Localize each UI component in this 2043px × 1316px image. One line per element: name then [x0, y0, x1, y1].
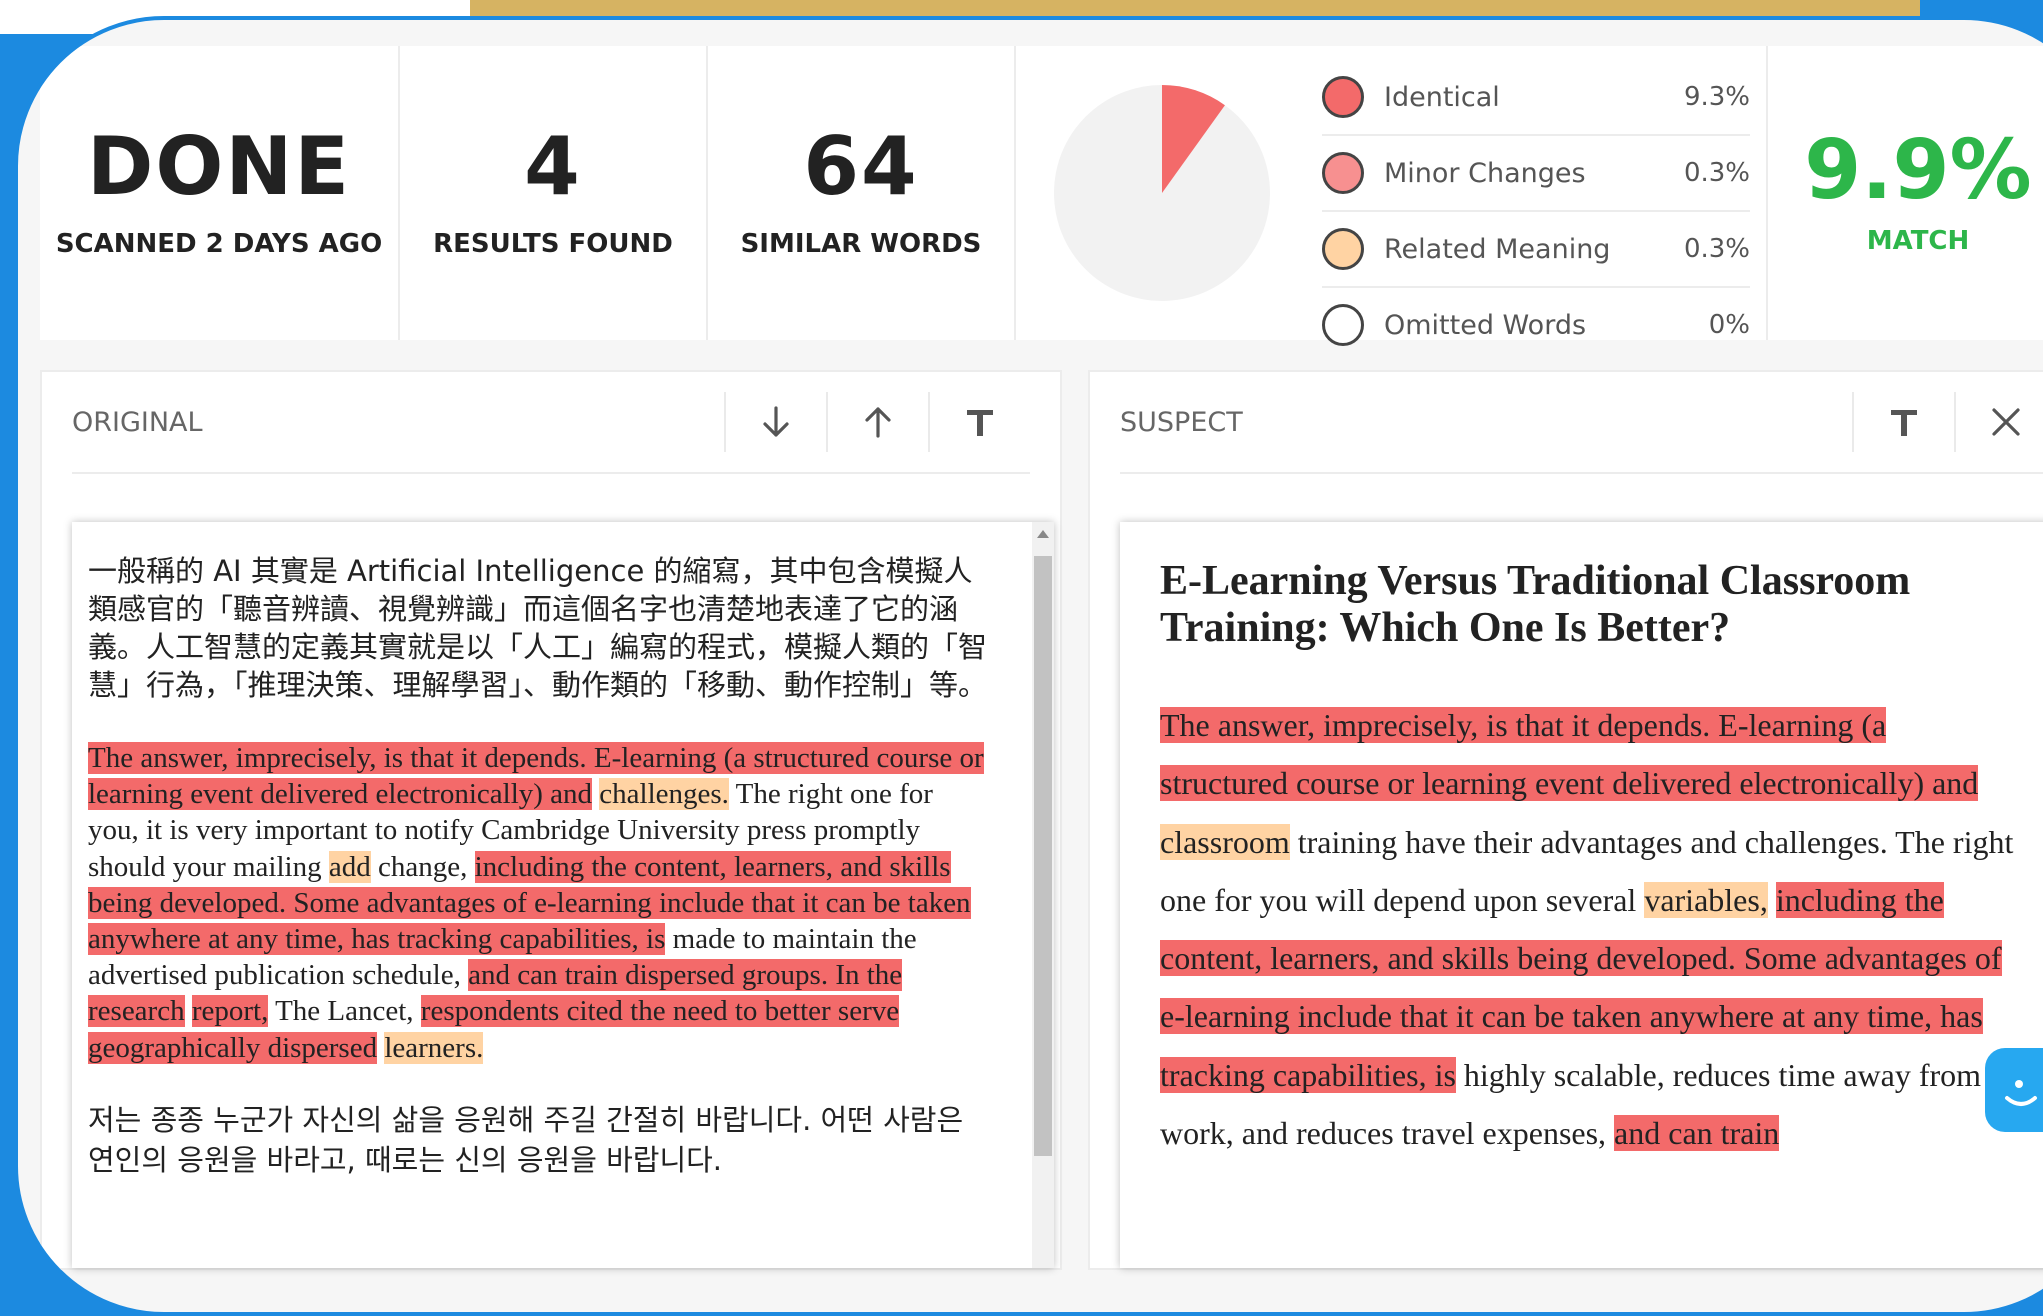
plain-text-span: The Lancet, [268, 995, 421, 1028]
suspect-document: E-Learning Versus Traditional Classroom … [1120, 522, 2043, 1268]
original-scrollbar[interactable] [1032, 522, 1054, 1268]
identical-match-span[interactable]: and can train [1614, 1115, 1780, 1152]
original-chinese-paragraph: 一般稱的 AI 其實是 Artificial Intelligence 的縮寫，… [88, 554, 988, 702]
legend-row-related-meaning[interactable]: Related Meaning 0.3% [1322, 212, 1750, 288]
legend-label: Identical [1384, 81, 1500, 113]
status-stat: DONE SCANNED 2 DAYS AGO [40, 46, 400, 340]
related-match-span[interactable]: learners. [384, 1031, 484, 1064]
legend-label: Omitted Words [1384, 309, 1587, 341]
plain-text-span [185, 995, 192, 1027]
match-label: MATCH [1866, 226, 1970, 256]
minor-changes-dot-icon [1322, 152, 1364, 194]
omitted-words-dot-icon [1322, 304, 1364, 346]
chat-widget-button[interactable] [1985, 1048, 2043, 1132]
status-label: SCANNED 2 DAYS AGO [55, 229, 383, 259]
plain-text-span [1768, 882, 1776, 918]
scroll-up-icon[interactable] [1037, 530, 1049, 538]
plain-text-span: change, [370, 850, 475, 883]
identical-match-span[interactable]: report, [191, 995, 269, 1028]
related-match-span[interactable]: classroom [1160, 823, 1290, 860]
suspect-title: SUSPECT [1120, 406, 1243, 438]
suspect-text: E-Learning Versus Traditional Classroom … [1160, 558, 2020, 1162]
legend-row-identical[interactable]: Identical 9.3% [1322, 60, 1750, 136]
legend-value: 0% [1708, 310, 1750, 340]
legend-row-minor-changes[interactable]: Minor Changes 0.3% [1322, 136, 1750, 212]
related-match-span[interactable]: variables, [1644, 881, 1768, 918]
match-value: 9.9% [1804, 123, 2032, 218]
suspect-panel: SUSPECT E-Learning Versus Traditional Cl… [1088, 370, 2043, 1270]
original-title: ORIGINAL [72, 406, 203, 438]
original-scroll-thumb[interactable] [1034, 556, 1052, 1156]
legend-label: Related Meaning [1384, 233, 1611, 265]
results-label: RESULTS FOUND [433, 229, 673, 259]
identical-dot-icon [1322, 76, 1364, 118]
text-format-button[interactable] [1852, 392, 1954, 452]
suspect-panel-header: SUSPECT [1120, 372, 2043, 474]
next-match-button[interactable] [724, 392, 826, 452]
legend-row-omitted-words[interactable]: Omitted Words 0% [1322, 288, 1750, 362]
original-text: 一般稱的 AI 其實是 Artificial Intelligence 的縮寫，… [88, 552, 988, 1180]
status-value: DONE [86, 120, 351, 213]
similar-words-label: SIMILAR WORDS [740, 229, 982, 259]
original-panel: ORIGINAL 一般稱的 AI 其實是 Artificial Intellig… [40, 370, 1062, 1270]
original-english-paragraph: The answer, imprecisely, is that it depe… [88, 740, 988, 1066]
legend-value: 0.3% [1683, 234, 1750, 264]
report-window: DONE SCANNED 2 DAYS AGO 4 RESULTS FOUND … [14, 16, 2043, 1316]
suspect-body-paragraph: The answer, imprecisely, is that it depe… [1160, 696, 2020, 1162]
previous-match-button[interactable] [826, 392, 928, 452]
close-button[interactable] [1954, 392, 2043, 452]
match-legend: Identical 9.3% Minor Changes 0.3% Relate… [1308, 46, 1768, 346]
legend-value: 9.3% [1683, 82, 1750, 112]
similar-words-value: 64 [803, 120, 919, 213]
related-meaning-dot-icon [1322, 228, 1364, 270]
related-match-span[interactable]: challenges. [599, 778, 729, 811]
original-korean-paragraph: 저는 종종 누군가 자신의 삶을 응원해 주길 간절히 바랍니다. 어떤 사람은… [88, 1102, 964, 1177]
similar-words-stat: 64 SIMILAR WORDS [708, 46, 1016, 340]
match-pie-cell [1016, 46, 1308, 340]
original-document: 一般稱的 AI 其實是 Artificial Intelligence 的縮寫，… [72, 522, 1054, 1268]
match-pie-chart [1054, 85, 1270, 301]
text-format-button[interactable] [928, 392, 1030, 452]
related-match-span[interactable]: add [328, 850, 371, 883]
legend-value: 0.3% [1683, 158, 1750, 188]
suspect-document-title: E-Learning Versus Traditional Classroom … [1160, 558, 1911, 651]
close-icon [1992, 408, 2020, 436]
original-panel-header: ORIGINAL [72, 372, 1030, 474]
chat-smiley-icon [2005, 1080, 2037, 1106]
text-format-icon [1891, 410, 1917, 436]
text-format-icon [967, 410, 993, 436]
legend-label: Minor Changes [1384, 157, 1586, 189]
results-value: 4 [524, 120, 582, 213]
identical-match-span[interactable]: The answer, imprecisely, is that it depe… [1160, 707, 1979, 802]
arrow-down-icon [763, 406, 789, 437]
results-stat: 4 RESULTS FOUND [400, 46, 708, 340]
match-stat: 9.9% MATCH [1768, 46, 2043, 340]
arrow-up-icon [865, 407, 891, 438]
stats-bar: DONE SCANNED 2 DAYS AGO 4 RESULTS FOUND … [40, 46, 2043, 346]
